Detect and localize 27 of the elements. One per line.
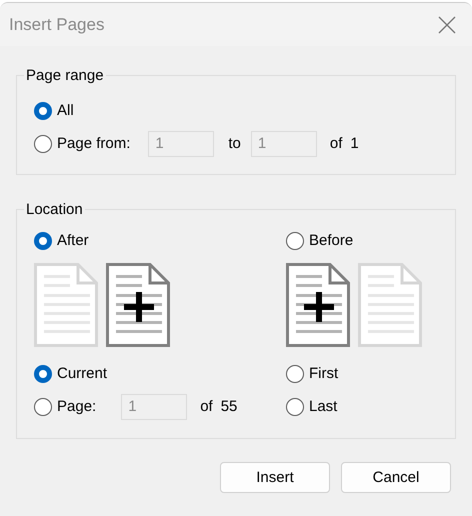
- radio-button[interactable]: Current: [34, 364, 108, 382]
- page-count: 55: [220, 398, 238, 415]
- to-label: to: [228, 135, 241, 152]
- group-label: Page range: [25, 67, 105, 84]
- window-title: Insert Pages: [9, 14, 104, 34]
- radio-button[interactable]: Page from:: [34, 134, 130, 152]
- radio-circle-icon[interactable]: [286, 232, 304, 250]
- radio-button[interactable]: All: [34, 102, 74, 120]
- dialog-button[interactable]: Cancel: [341, 462, 451, 493]
- radio-button[interactable]: First: [286, 364, 338, 382]
- radio-button[interactable]: After: [34, 232, 89, 250]
- close-icon[interactable]: [438, 16, 456, 34]
- radio-circle-icon[interactable]: [34, 102, 52, 120]
- radio-circle-icon[interactable]: [34, 398, 52, 416]
- radio-circle-icon[interactable]: [34, 364, 52, 382]
- dialog-button[interactable]: Insert: [220, 462, 330, 493]
- radio-circle-icon[interactable]: [34, 134, 52, 152]
- radio-button[interactable]: Before: [286, 232, 354, 250]
- radio-circle-icon[interactable]: [34, 232, 52, 250]
- radio-circle-icon[interactable]: [286, 398, 304, 416]
- group-label: Location: [25, 201, 84, 218]
- radio-circle-icon[interactable]: [286, 364, 304, 382]
- page-count: 1: [350, 135, 359, 152]
- radio-button[interactable]: Page:: [34, 398, 96, 416]
- radio-button[interactable]: Last: [286, 398, 338, 416]
- of-label: of: [200, 398, 213, 415]
- of-label: of: [330, 135, 342, 152]
